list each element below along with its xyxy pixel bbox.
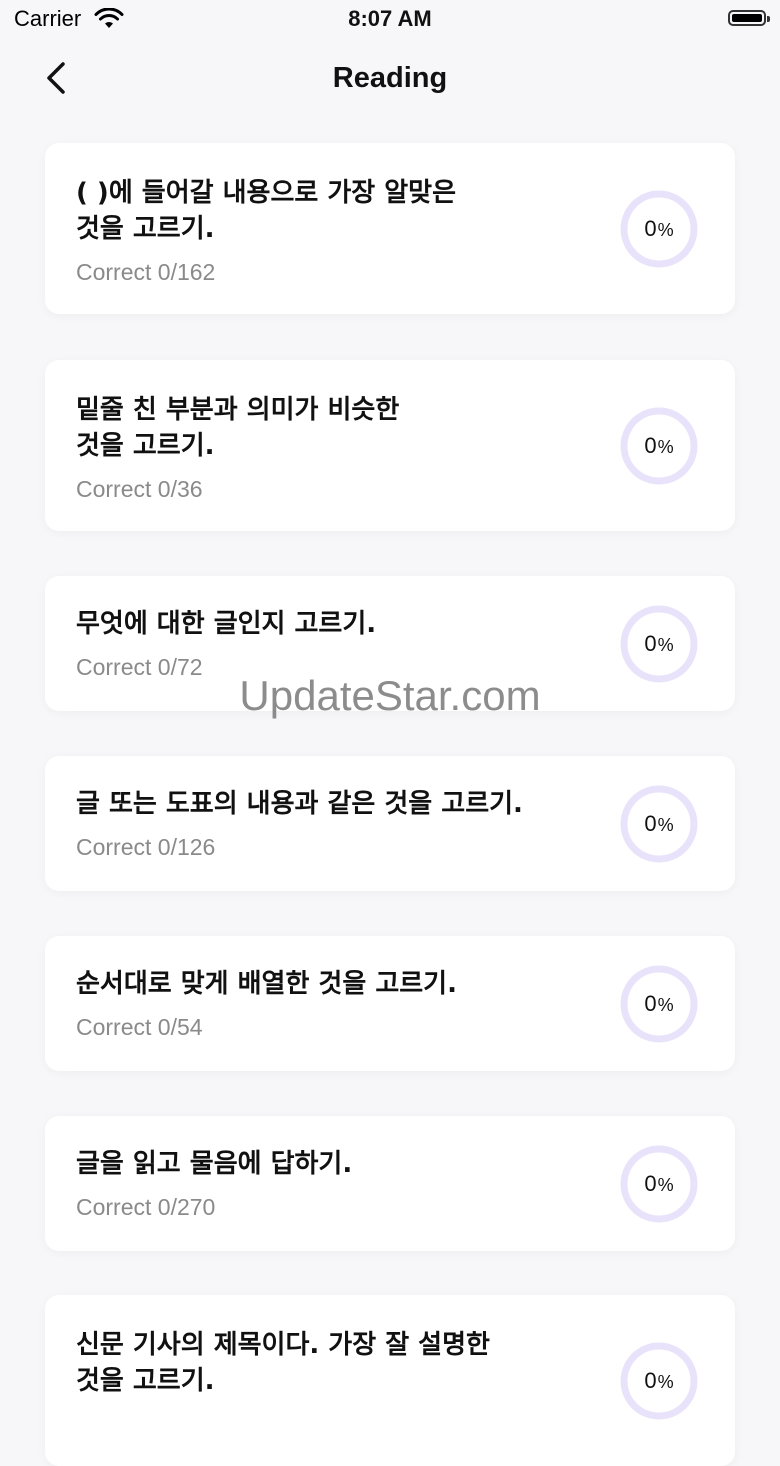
progress-percent: 0 [644,811,657,836]
percent-sign: % [657,995,674,1015]
progress-ring: 0% [619,1341,699,1421]
percent-sign: % [657,1175,674,1195]
battery-icon [728,10,770,26]
percent-sign: % [657,635,674,655]
progress-percent: 0 [644,991,657,1016]
progress-percent: 0 [644,216,657,241]
list-item[interactable]: 무엇에 대한 글인지 고르기. Correct 0/72 0% [45,576,735,711]
progress-percent: 0 [644,1368,657,1393]
list-item[interactable]: ( )에 들어갈 내용으로 가장 알맞은 것을 고르기. Correct 0/1… [45,143,735,314]
item-correct-count: Correct 0/36 [76,476,203,502]
status-bar: Carrier 8:07 AM [0,0,780,40]
progress-ring: 0% [619,189,699,269]
progress-percent: 0 [644,1171,657,1196]
status-time: 8:07 AM [348,6,432,31]
item-title: 밑줄 친 부분과 의미가 비슷한 것을 고르기. [76,395,400,461]
percent-sign: % [657,437,674,457]
item-title: 글 또는 도표의 내용과 같은 것을 고르기. [76,789,523,819]
progress-percent: 0 [644,631,657,656]
item-title: 순서대로 맞게 배열한 것을 고르기. [76,969,457,999]
item-correct-count: Correct 0/162 [76,259,216,285]
list-item[interactable]: 밑줄 친 부분과 의미가 비슷한 것을 고르기. Correct 0/36 0% [45,360,735,531]
percent-sign: % [657,815,674,835]
page-title: Reading [332,62,448,94]
percent-sign: % [657,220,674,240]
item-correct-count: Correct 0/126 [76,834,216,860]
list-item[interactable]: 글을 읽고 물음에 답하기. Correct 0/270 0% [45,1116,735,1251]
progress-percent: 0 [644,433,657,458]
item-correct-count: Correct 0/72 [76,654,203,680]
item-correct-count: Correct 0/270 [76,1194,216,1220]
progress-ring: 0% [619,604,699,684]
item-title: 글을 읽고 물음에 답하기. [76,1149,353,1179]
navigation-bar: Reading [0,48,780,112]
progress-ring: 0% [619,1144,699,1224]
item-correct-count: Correct 0/54 [76,1014,203,1040]
percent-sign: % [657,1372,674,1392]
list-item[interactable]: 신문 기사의 제목이다. 가장 잘 설명한 것을 고르기. 0% [45,1295,735,1466]
progress-ring: 0% [619,406,699,486]
progress-ring: 0% [619,784,699,864]
progress-ring: 0% [619,964,699,1044]
item-title: ( )에 들어갈 내용으로 가장 알맞은 것을 고르기. [76,178,456,244]
list-item[interactable]: 글 또는 도표의 내용과 같은 것을 고르기. Correct 0/126 0% [45,756,735,891]
item-title: 무엇에 대한 글인지 고르기. [76,609,377,639]
item-title: 신문 기사의 제목이다. 가장 잘 설명한 것을 고르기. [76,1330,490,1396]
list-item[interactable]: 순서대로 맞게 배열한 것을 고르기. Correct 0/54 0% [45,936,735,1071]
